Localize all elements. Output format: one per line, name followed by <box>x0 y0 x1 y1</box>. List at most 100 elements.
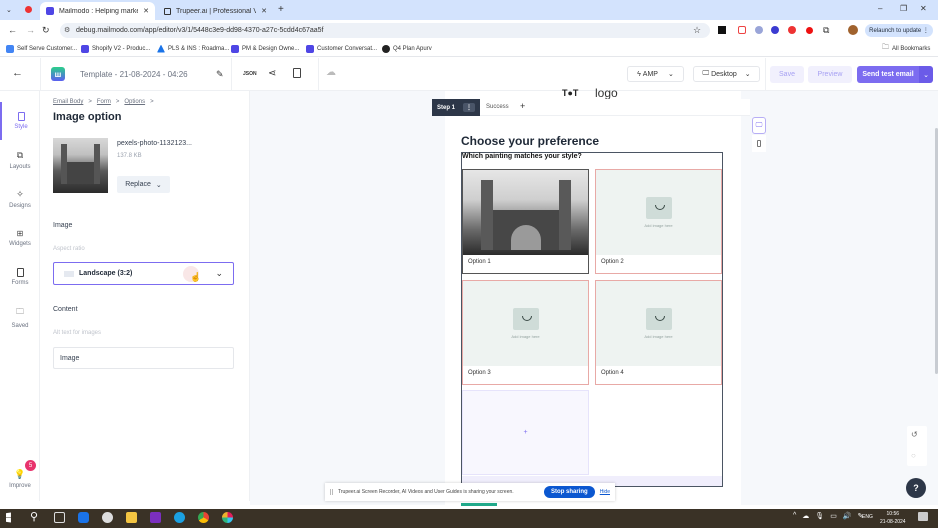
breadcrumb-email-body[interactable]: Email Body <box>53 99 83 105</box>
bookmark-item[interactable]: Shopify V2 - Produc... <box>81 43 150 54</box>
test-form-icon[interactable] <box>293 68 301 78</box>
onedrive-icon[interactable]: ☁ <box>802 512 809 520</box>
hide-share-bar-link[interactable]: Hide <box>600 489 610 495</box>
save-button[interactable]: Save <box>770 66 804 83</box>
breadcrumb-form[interactable]: Form <box>97 99 111 105</box>
onenote-icon[interactable] <box>150 512 161 523</box>
close-tab-icon[interactable]: ✕ <box>143 7 149 15</box>
notifications-icon[interactable] <box>918 512 928 521</box>
json-button[interactable]: JSON <box>243 71 257 77</box>
extension-icon[interactable] <box>788 26 796 34</box>
desktop-view-toggle[interactable]: 🖵 <box>752 117 766 134</box>
drag-handle-icon[interactable] <box>330 489 333 495</box>
record-extension-icon[interactable] <box>806 27 813 34</box>
minimize-button[interactable]: – <box>878 4 882 13</box>
improve-badge: 5 <box>25 460 36 471</box>
option-card-3[interactable]: Add image here Option 3 <box>462 280 589 385</box>
option-1-image <box>463 170 588 255</box>
tray-expand-icon[interactable]: ^ <box>793 512 796 520</box>
mobile-view-toggle[interactable] <box>752 135 766 152</box>
profile-avatar[interactable] <box>848 25 858 35</box>
rail-item-designs[interactable]: ✧ Designs <box>0 180 40 218</box>
extension-icon[interactable] <box>718 26 726 34</box>
alt-text-input[interactable]: Image <box>53 347 234 369</box>
option-card-2[interactable]: Add image here Option 2 <box>595 169 722 274</box>
tab-trupeer[interactable]: Trupeer.ai | Professional Videos ✕ <box>158 2 273 20</box>
search-icon[interactable]: ⚲ <box>30 510 38 523</box>
file-explorer-icon[interactable] <box>126 512 137 523</box>
rail-item-forms[interactable]: Forms <box>0 258 40 296</box>
forward-icon[interactable]: → <box>26 25 35 35</box>
send-test-email-button[interactable]: Send test email <box>857 66 919 83</box>
rail-item-style[interactable]: Style <box>0 102 40 140</box>
forms-icon <box>16 268 24 277</box>
redo-icon[interactable]: ○ <box>911 451 916 460</box>
extension-icon[interactable] <box>755 26 763 34</box>
desktop-icon: 🖵 <box>702 70 712 77</box>
task-view-icon[interactable] <box>54 512 65 523</box>
device-dropdown[interactable]: 🖵 Desktop ⌄ <box>693 66 760 82</box>
outlook-icon[interactable] <box>78 512 89 523</box>
option-card-4[interactable]: Add image here Option 4 <box>595 280 722 385</box>
back-icon[interactable]: ← <box>8 25 17 35</box>
screen-share-bar: Trupeer.ai Screen Recorder, AI Videos an… <box>325 483 615 501</box>
extension-icon[interactable] <box>771 26 779 34</box>
add-step-button[interactable]: + <box>520 101 525 111</box>
pocket-extension-icon[interactable] <box>738 26 746 34</box>
edit-pencil-icon[interactable]: ✎ <box>216 69 224 80</box>
success-step-tab[interactable]: Success <box>486 104 509 110</box>
replace-button[interactable]: Replace ⌄ <box>117 176 170 193</box>
new-tab-button[interactable]: + <box>278 4 284 15</box>
bookmark-star-icon[interactable]: ☆ <box>693 25 701 36</box>
bookmark-item[interactable]: PM & Design Owne... <box>231 43 299 54</box>
rail-item-saved[interactable]: 🗀 Saved <box>0 298 40 336</box>
close-tab-icon[interactable]: ✕ <box>261 7 267 15</box>
stop-sharing-button[interactable]: Stop sharing <box>544 486 595 498</box>
bookmark-item[interactable]: Q4 Plan Apurv <box>382 43 432 54</box>
bookmark-favicon-icon <box>231 44 239 53</box>
preview-button[interactable]: Preview <box>808 66 852 83</box>
option-label: Option 3 <box>468 370 491 376</box>
tab-mailmodo[interactable]: Mailmodo : Helping marketers ✕ <box>40 2 155 20</box>
undo-icon[interactable]: ↺ <box>911 430 918 439</box>
close-window-button[interactable]: ✕ <box>920 4 927 13</box>
option-card-1[interactable]: Option 1 <box>462 169 589 274</box>
add-option-button[interactable]: + <box>462 390 589 475</box>
rail-item-widgets[interactable]: ⊞ Widgets <box>0 219 40 257</box>
send-options-chevron-icon[interactable]: ⌄ <box>919 66 933 83</box>
tab-list-icon[interactable]: ⌄ <box>6 6 12 14</box>
reload-icon[interactable]: ↻ <box>42 25 50 36</box>
bookmark-item[interactable]: Customer Conversat... <box>306 43 377 54</box>
url-bar[interactable]: debug.mailmodo.com/app/editor/v3/1/5448c… <box>60 23 710 38</box>
slack-icon[interactable] <box>222 512 233 523</box>
cloud-saved-icon: ☁ <box>326 67 336 78</box>
template-name[interactable]: Template - 21-08-2024 - 04:26 <box>80 70 188 79</box>
back-arrow-icon[interactable]: ← <box>12 67 23 79</box>
image-thumbnail <box>53 138 108 193</box>
rail-item-layouts[interactable]: ⧉ Layouts <box>0 141 40 179</box>
kebab-menu-icon[interactable]: ⋮ <box>463 103 476 112</box>
breadcrumb-options[interactable]: Options <box>124 99 145 105</box>
edge-icon[interactable] <box>174 512 185 523</box>
share-icon[interactable]: ⋖ <box>268 68 276 79</box>
bookmark-item[interactable]: PLS & INS : Roadma... <box>157 43 229 54</box>
relaunch-button[interactable]: Relaunch to update ⋮ <box>865 24 933 37</box>
volume-icon[interactable]: 🔊 <box>843 512 852 520</box>
help-button[interactable]: ? <box>906 478 926 498</box>
network-icon[interactable]: ▭ <box>830 512 837 520</box>
all-bookmarks[interactable]: 🗀 All Bookmarks <box>882 43 930 54</box>
app-icon[interactable] <box>102 512 113 523</box>
clock[interactable]: 10:56 21-08-2024 <box>880 510 906 526</box>
mic-icon[interactable]: 🎙 <box>815 512 824 520</box>
restore-button[interactable]: ❐ <box>900 4 907 13</box>
language-indicator[interactable]: ENG <box>862 514 873 520</box>
extensions-puzzle-icon[interactable]: ⧉ <box>823 25 829 36</box>
site-settings-icon[interactable]: ⚙ <box>64 26 70 34</box>
aspect-ratio-select[interactable]: Landscape (3:2) ⌄ <box>53 262 234 285</box>
step-1-tab[interactable]: Step 1 ⋮ <box>432 99 480 116</box>
bookmark-item[interactable]: Self Serve Customer... <box>6 43 77 54</box>
bookmark-favicon-icon <box>157 44 165 53</box>
chrome-icon[interactable] <box>198 512 209 523</box>
amp-dropdown[interactable]: ϟ AMP ⌄ <box>627 66 684 82</box>
layouts-icon: ⧉ <box>16 150 24 160</box>
